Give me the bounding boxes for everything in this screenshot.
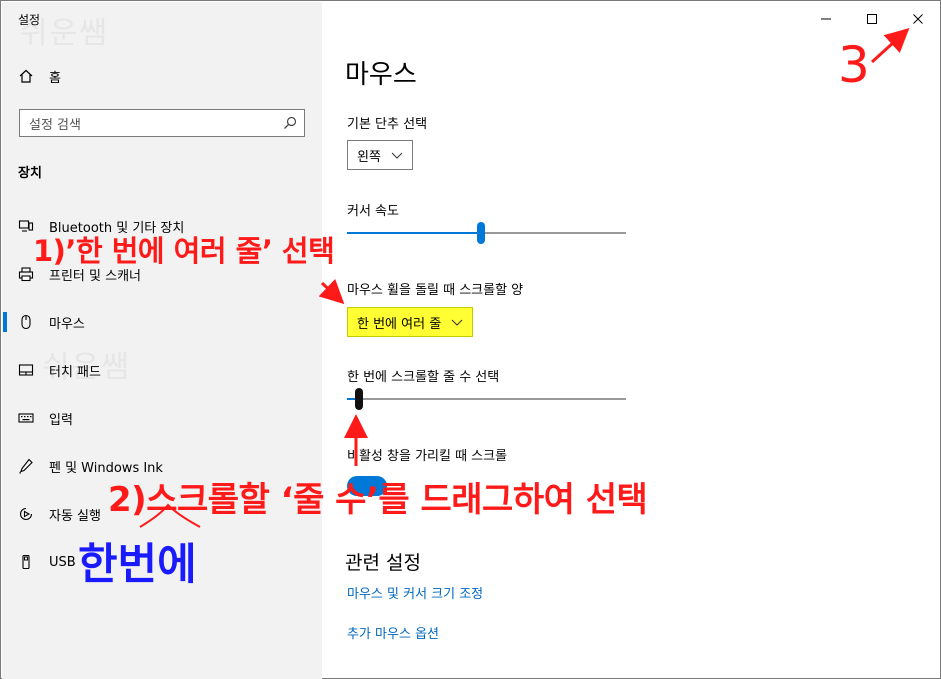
- sidebar-item-label: 홈: [49, 70, 61, 86]
- slider-thumb[interactable]: [355, 388, 363, 410]
- minimize-icon: [821, 18, 831, 20]
- cursor-speed-slider[interactable]: [347, 221, 626, 245]
- mouse-icon: [18, 314, 34, 330]
- sidebar-item-label: 입력: [49, 412, 73, 428]
- chevron-down-icon: [451, 319, 463, 326]
- mouse-cursor-size-link[interactable]: 마우스 및 커서 크기 조정: [347, 583, 483, 602]
- dropdown-value: 한 번에 여러 줄: [357, 316, 442, 332]
- slider-track: [347, 398, 626, 400]
- bluetooth-icon: [18, 218, 34, 234]
- annotation-step2: 2)스크롤할 ‘줄 수’를 드래그하여 선택: [108, 480, 648, 520]
- slider-thumb[interactable]: [477, 222, 485, 244]
- maximize-button[interactable]: [849, 6, 895, 32]
- annotation-step1: 1)’한 번에 여러 줄’ 선택: [33, 234, 335, 268]
- window-title: 설정: [18, 13, 41, 27]
- sidebar-item-mouse[interactable]: 마우스: [2, 302, 322, 342]
- wheel-scroll-dropdown[interactable]: 한 번에 여러 줄: [347, 307, 474, 337]
- lines-to-scroll-slider[interactable]: [347, 387, 626, 411]
- dropdown-value: 왼쪽: [357, 149, 381, 165]
- annotation-step3: 3: [838, 36, 870, 94]
- search-input[interactable]: 설정 검색: [19, 109, 305, 137]
- close-icon: [913, 14, 923, 24]
- sidebar-item-label: 터치 패드: [49, 364, 101, 380]
- autoplay-icon: [18, 506, 34, 522]
- sidebar-item-label: USB: [49, 554, 76, 570]
- minimize-button[interactable]: [803, 6, 849, 32]
- page-title: 마우스: [345, 60, 417, 90]
- sidebar-item-home[interactable]: 홈: [18, 64, 61, 88]
- main-content: 마우스 기본 단추 선택 왼쪽 커서 속도 마우스 휠을 돌릴 때 스크롤할 양…: [323, 2, 940, 679]
- section-heading: 장치: [18, 166, 42, 181]
- cursor-speed-label: 커서 속도: [347, 204, 399, 219]
- slider-fill: [347, 232, 481, 234]
- close-button[interactable]: [895, 6, 941, 32]
- home-icon: [18, 68, 34, 84]
- related-settings-title: 관련 설정: [345, 552, 421, 574]
- sidebar-item-touchpad[interactable]: 터치 패드: [2, 350, 322, 390]
- primary-button-label: 기본 단추 선택: [347, 117, 428, 132]
- sidebar-item-label: 마우스: [49, 316, 85, 332]
- sidebar-item-label: 자동 실행: [49, 508, 101, 524]
- sidebar-item-typing[interactable]: 입력: [2, 398, 322, 438]
- touchpad-icon: [18, 362, 34, 378]
- printer-icon: [18, 266, 34, 282]
- lines-to-scroll-label: 한 번에 스크롤할 줄 수 선택: [347, 370, 500, 385]
- search-placeholder: 설정 검색: [29, 117, 81, 133]
- annotation-hint: 한번에: [78, 540, 197, 590]
- inactive-scroll-label: 비활성 창을 가리킬 때 스크롤: [347, 449, 508, 464]
- usb-icon: [18, 554, 34, 570]
- additional-mouse-options-link[interactable]: 추가 마우스 옵션: [347, 623, 439, 642]
- pen-icon: [18, 458, 34, 474]
- wheel-scroll-label: 마우스 휠을 돌릴 때 스크롤할 양: [347, 283, 524, 298]
- primary-button-dropdown[interactable]: 왼쪽: [347, 140, 413, 170]
- maximize-icon: [867, 14, 877, 24]
- keyboard-icon: [18, 410, 34, 426]
- search-icon[interactable]: [276, 110, 304, 136]
- chevron-down-icon: [391, 152, 403, 159]
